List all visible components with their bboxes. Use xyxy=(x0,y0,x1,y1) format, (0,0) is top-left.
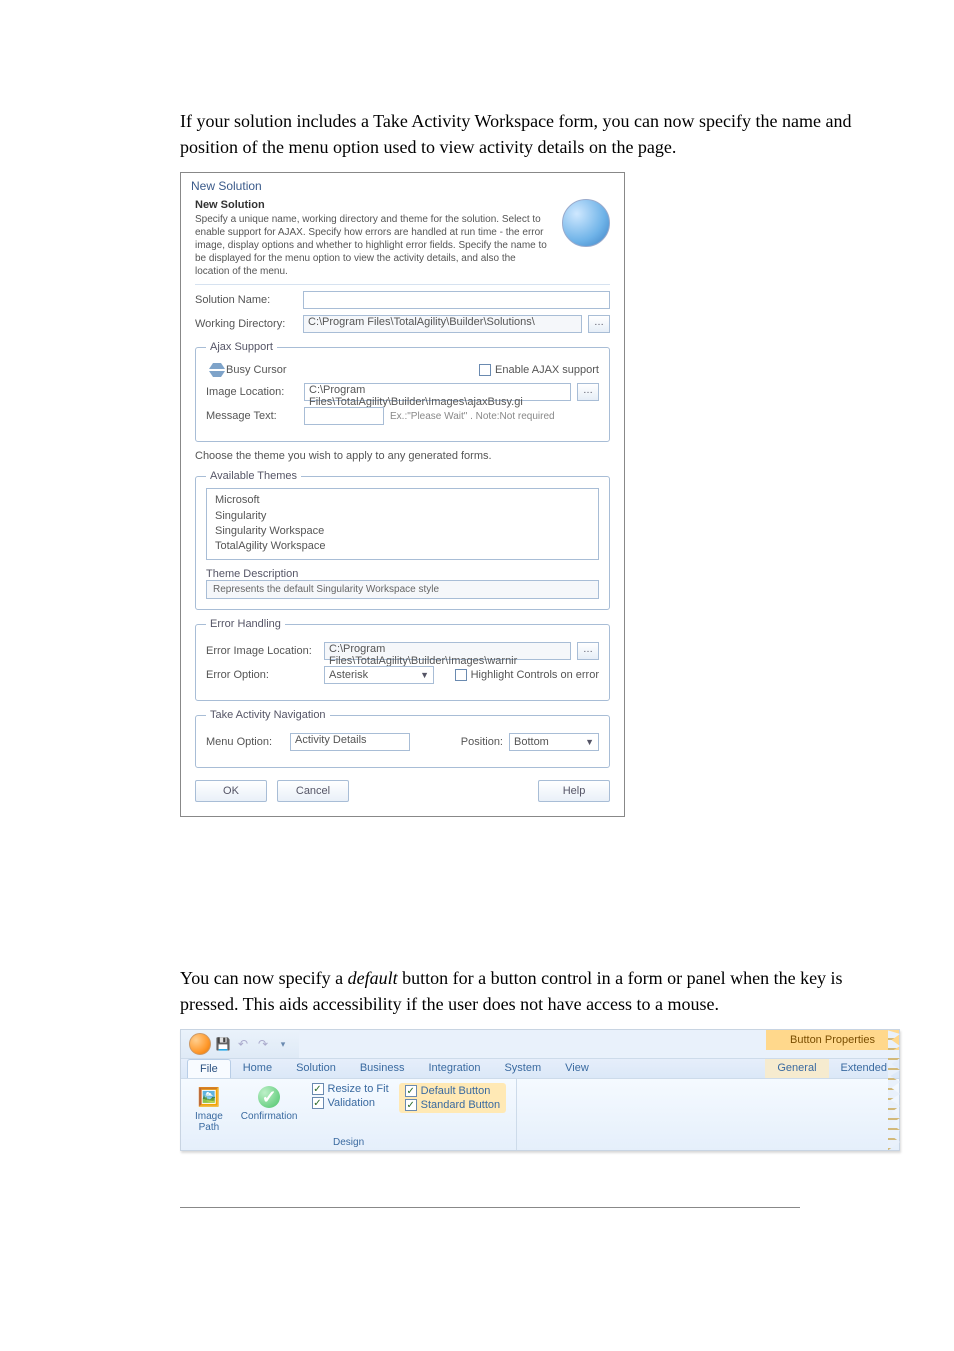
position-label: Position: xyxy=(461,736,503,748)
image-path-button[interactable]: 🖼️ Image Path xyxy=(191,1083,227,1135)
available-themes-fieldset: Available Themes Microsoft Singularity S… xyxy=(195,470,610,610)
tab-system[interactable]: System xyxy=(492,1059,553,1078)
error-handling-fieldset: Error Handling Error Image Location: C:\… xyxy=(195,618,610,701)
image-icon: 🖼️ xyxy=(197,1085,221,1109)
default-button-checkbox[interactable]: ✓ xyxy=(405,1085,417,1097)
tab-view[interactable]: View xyxy=(553,1059,601,1078)
image-location-input[interactable]: C:\Program Files\TotalAgility\Builder\Im… xyxy=(304,383,571,401)
busy-cursor-icon xyxy=(206,363,220,377)
solution-name-input[interactable] xyxy=(303,291,610,309)
confirmation-label: Confirmation xyxy=(241,1111,298,1122)
message-text-label: Message Text: xyxy=(206,410,298,422)
intro-paragraph-2: You can now specify a default button for… xyxy=(180,965,874,1017)
dialog-header-title: New Solution xyxy=(195,199,552,211)
resize-to-fit-row[interactable]: ✓ Resize to Fit xyxy=(312,1083,389,1095)
choose-theme-text: Choose the theme you wish to apply to an… xyxy=(195,450,610,462)
page-footer-rule xyxy=(180,1207,800,1208)
ajax-support-fieldset: Ajax Support Busy Cursor Enable AJAX sup… xyxy=(195,341,610,442)
design-group-label: Design xyxy=(191,1135,506,1148)
take-activity-nav-legend: Take Activity Navigation xyxy=(206,709,330,721)
busy-cursor-label: Busy Cursor xyxy=(226,364,287,376)
themes-listbox[interactable]: Microsoft Singularity Singularity Worksp… xyxy=(206,488,599,560)
standard-button-label: Standard Button xyxy=(421,1099,501,1111)
redo-icon[interactable]: ↷ xyxy=(255,1036,271,1052)
take-activity-nav-fieldset: Take Activity Navigation Menu Option: Ac… xyxy=(195,709,610,768)
resize-to-fit-checkbox[interactable]: ✓ xyxy=(312,1083,324,1095)
validation-row[interactable]: ✓ Validation xyxy=(312,1097,389,1109)
dialog-titlebar: New Solution xyxy=(181,173,624,195)
highlight-controls-label: Highlight Controls on error xyxy=(471,669,599,681)
undo-icon[interactable]: ↶ xyxy=(235,1036,251,1052)
resize-to-fit-label: Resize to Fit xyxy=(328,1083,389,1095)
ajax-support-legend: Ajax Support xyxy=(206,341,277,353)
position-value: Bottom xyxy=(514,736,549,748)
default-button-label: Default Button xyxy=(421,1085,491,1097)
chevron-down-icon: ▼ xyxy=(420,670,429,680)
contextual-tab-title: Button Properties xyxy=(766,1030,899,1050)
error-image-location-input[interactable]: C:\Program Files\TotalAgility\Builder\Im… xyxy=(324,642,571,660)
error-option-value: Asterisk xyxy=(329,669,368,681)
validation-checkbox[interactable]: ✓ xyxy=(312,1097,324,1109)
confirmation-icon: ✓ xyxy=(257,1085,281,1109)
menu-option-label: Menu Option: xyxy=(206,736,284,748)
app-orb-icon[interactable] xyxy=(189,1033,211,1055)
tab-home[interactable]: Home xyxy=(231,1059,284,1078)
working-dir-browse-button[interactable]: … xyxy=(588,315,610,333)
tab-solution[interactable]: Solution xyxy=(284,1059,348,1078)
error-option-dropdown[interactable]: Asterisk ▼ xyxy=(324,666,434,684)
theme-item[interactable]: Singularity xyxy=(215,509,590,524)
tab-general[interactable]: General xyxy=(765,1059,828,1078)
globe-icon xyxy=(562,199,610,247)
image-path-label: Image Path xyxy=(195,1111,223,1133)
tab-integration[interactable]: Integration xyxy=(416,1059,492,1078)
theme-description-value: Represents the default Singularity Works… xyxy=(206,580,599,599)
standard-button-checkbox[interactable]: ✓ xyxy=(405,1099,417,1111)
theme-item[interactable]: Microsoft xyxy=(215,493,590,508)
qat-dropdown-icon[interactable]: ▾ xyxy=(275,1036,291,1052)
working-directory-label: Working Directory: xyxy=(195,318,297,330)
ribbon-screenshot: 💾 ↶ ↷ ▾ Button Properties File Home Solu… xyxy=(180,1029,900,1151)
standard-button-row[interactable]: ✓ Standard Button xyxy=(405,1099,501,1111)
available-themes-legend: Available Themes xyxy=(206,470,301,482)
tab-business[interactable]: Business xyxy=(348,1059,417,1078)
message-text-input[interactable] xyxy=(304,407,384,425)
working-directory-input[interactable]: C:\Program Files\TotalAgility\Builder\So… xyxy=(303,315,582,333)
default-button-row[interactable]: ✓ Default Button xyxy=(405,1085,501,1097)
enable-ajax-label: Enable AJAX support xyxy=(495,364,599,376)
position-dropdown[interactable]: Bottom ▼ xyxy=(509,733,599,751)
theme-item[interactable]: TotalAgility Workspace xyxy=(215,539,590,554)
theme-description-label: Theme Description xyxy=(206,568,599,580)
highlight-controls-checkbox[interactable] xyxy=(455,669,467,681)
save-icon[interactable]: 💾 xyxy=(215,1036,231,1052)
new-solution-dialog: New Solution New Solution Specify a uniq… xyxy=(180,172,625,817)
dialog-header-desc: Specify a unique name, working directory… xyxy=(195,213,552,278)
error-option-label: Error Option: xyxy=(206,669,318,681)
help-button[interactable]: Help xyxy=(538,780,610,802)
image-location-browse-button[interactable]: … xyxy=(577,383,599,401)
tab-file[interactable]: File xyxy=(187,1059,231,1078)
error-image-location-label: Error Image Location: xyxy=(206,645,318,657)
theme-item[interactable]: Singularity Workspace xyxy=(215,524,590,539)
validation-label: Validation xyxy=(328,1097,376,1109)
error-handling-legend: Error Handling xyxy=(206,618,285,630)
confirmation-button[interactable]: ✓ Confirmation xyxy=(237,1083,302,1124)
message-text-hint: Ex.:"Please Wait" . Note:Not required xyxy=(390,411,555,422)
menu-option-input[interactable]: Activity Details xyxy=(290,733,410,751)
cancel-button[interactable]: Cancel xyxy=(277,780,349,802)
intro-paragraph-1: If your solution includes a Take Activit… xyxy=(180,108,874,160)
image-location-label: Image Location: xyxy=(206,386,298,398)
chevron-down-icon: ▼ xyxy=(585,737,594,747)
enable-ajax-checkbox[interactable] xyxy=(479,364,491,376)
ok-button[interactable]: OK xyxy=(195,780,267,802)
solution-name-label: Solution Name: xyxy=(195,294,297,306)
error-image-browse-button[interactable]: … xyxy=(577,642,599,660)
